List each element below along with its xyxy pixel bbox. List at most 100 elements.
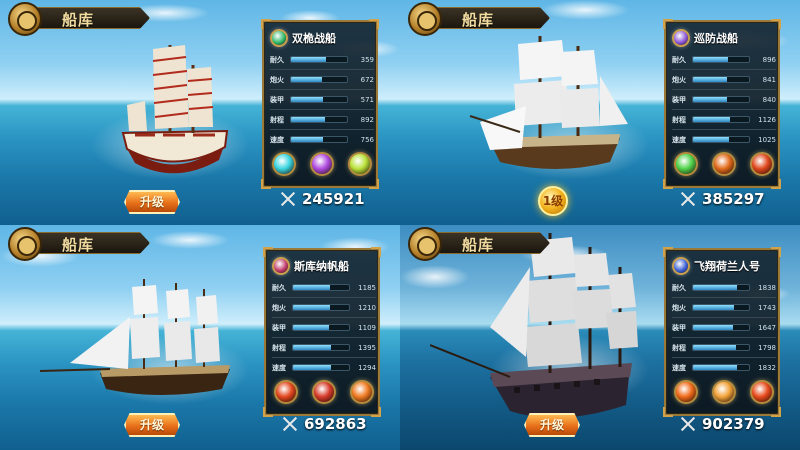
stat-bar-fill	[291, 137, 324, 142]
panel-corner	[663, 179, 673, 189]
purple-gem-skill-icon[interactable]	[310, 152, 334, 176]
stat-value: 1395	[358, 343, 376, 352]
sun-skill-icon[interactable]	[350, 380, 374, 404]
stat-divider	[270, 129, 374, 130]
flame-burst-skill-icon[interactable]	[750, 380, 774, 404]
stat-bar	[290, 136, 348, 143]
cyan-gem-skill-icon[interactable]	[272, 152, 296, 176]
stat-list: 耐久 896 炮火 841 装甲 840 射程 1126 速度 1025	[672, 52, 776, 149]
ship-rank-badge-icon	[672, 29, 690, 47]
stat-label: 炮火	[672, 75, 686, 84]
stat-label: 装甲	[672, 95, 686, 104]
explosion-skill-icon[interactable]	[712, 380, 736, 404]
stat-bar-fill	[293, 285, 330, 290]
stat-value: 896	[762, 55, 776, 64]
panel-corner	[369, 179, 379, 189]
stat-divider	[272, 337, 376, 338]
fireball-skill-icon[interactable]	[674, 380, 698, 404]
stat-bar	[692, 324, 750, 331]
level-coin-button[interactable]: 1级	[538, 186, 568, 216]
stat-bar	[692, 304, 750, 311]
stat-bar-fill	[693, 97, 727, 102]
stat-label: 速度	[270, 135, 284, 144]
stat-label: 耐久	[270, 55, 284, 64]
stat-value: 1185	[358, 283, 376, 292]
stat-row: 耐久 1185	[272, 280, 376, 295]
stat-bar	[292, 284, 350, 291]
stat-list: 耐久 359 炮火 672 装甲 571 射程 892 速度 756	[270, 52, 374, 149]
stat-row: 射程 1126	[672, 112, 776, 127]
stat-bar-fill	[293, 305, 330, 310]
lime-gem-skill-icon[interactable]	[348, 152, 372, 176]
combat-power: 692863	[282, 415, 367, 433]
stat-bar	[692, 136, 750, 143]
stat-row: 射程 1395	[272, 340, 376, 355]
stat-divider	[672, 129, 776, 130]
upgrade-button[interactable]: 升级	[524, 413, 580, 437]
stat-divider	[272, 297, 376, 298]
stat-row: 装甲 1647	[672, 320, 776, 335]
stat-bar-fill	[693, 285, 737, 290]
stat-row: 速度 1832	[672, 360, 776, 375]
combat-power: 385297	[680, 190, 765, 208]
screen-title: 船库	[462, 236, 495, 254]
stat-bar-fill	[293, 345, 332, 350]
flame-skill-icon[interactable]	[750, 152, 774, 176]
green-gem-skill-icon[interactable]	[674, 152, 698, 176]
stat-value: 1743	[758, 303, 776, 312]
panel-corner	[771, 179, 781, 189]
stat-divider	[672, 357, 776, 358]
ship-name: 飞翔荷兰人号	[694, 260, 760, 273]
stat-value: 756	[360, 135, 374, 144]
stat-label: 射程	[270, 115, 284, 124]
stat-label: 装甲	[672, 323, 686, 332]
compass-emblem-icon	[8, 2, 42, 36]
panel-corner	[663, 407, 673, 417]
stat-row: 装甲 840	[672, 92, 776, 107]
stat-divider	[672, 89, 776, 90]
stat-value: 1838	[758, 283, 776, 292]
compass-emblem-icon	[408, 227, 442, 261]
ship-stats-panel: 双桅战船 耐久 359 炮火 672 装甲 571 射程 892 速度 756	[261, 19, 379, 189]
stat-bar	[292, 324, 350, 331]
upgrade-button[interactable]: 升级	[124, 413, 180, 437]
fire-rune-skill-icon[interactable]	[274, 380, 298, 404]
skill-list	[674, 380, 774, 404]
screen-title: 船库	[462, 11, 495, 29]
stat-row: 炮火 1210	[272, 300, 376, 315]
stat-value: 359	[360, 55, 374, 64]
stat-row: 装甲 1109	[272, 320, 376, 335]
stat-label: 炮火	[272, 303, 286, 312]
stat-label: 射程	[672, 343, 686, 352]
stat-value: 1832	[758, 363, 776, 372]
stat-row: 耐久 1838	[672, 280, 776, 295]
stat-bar-fill	[291, 117, 325, 122]
stat-row: 耐久 896	[672, 52, 776, 67]
stat-row: 装甲 571	[270, 92, 374, 107]
stat-value: 841	[762, 75, 776, 84]
upgrade-button[interactable]: 升级	[124, 190, 180, 214]
ship-name: 斯库纳帆船	[294, 260, 349, 273]
stat-bar	[292, 364, 350, 371]
stat-divider	[672, 337, 776, 338]
stat-value: 1798	[758, 343, 776, 352]
title-banner: 船库	[0, 0, 160, 36]
shield-skill-icon[interactable]	[312, 380, 336, 404]
fire-skill-icon[interactable]	[712, 152, 736, 176]
stat-bar-fill	[693, 305, 735, 310]
stat-list: 耐久 1185 炮火 1210 装甲 1109 射程 1395 速度 1294	[272, 280, 376, 377]
compass-emblem-icon	[8, 227, 42, 261]
stat-row: 耐久 359	[270, 52, 374, 67]
skill-list	[674, 152, 774, 176]
ship-name-row: 双桅战船	[270, 28, 374, 48]
combat-power: 902379	[680, 415, 765, 433]
crossed-swords-icon	[680, 416, 696, 432]
stat-row: 炮火 672	[270, 72, 374, 87]
stat-value: 1294	[358, 363, 376, 372]
stat-bar	[692, 344, 750, 351]
ship-stats-panel: 飞翔荷兰人号 耐久 1838 炮火 1743 装甲 1647 射程 1798 速度 1832	[663, 247, 781, 417]
stat-bar-fill	[291, 97, 324, 102]
stat-label: 耐久	[672, 55, 686, 64]
stat-divider	[270, 69, 374, 70]
stat-bar	[292, 344, 350, 351]
